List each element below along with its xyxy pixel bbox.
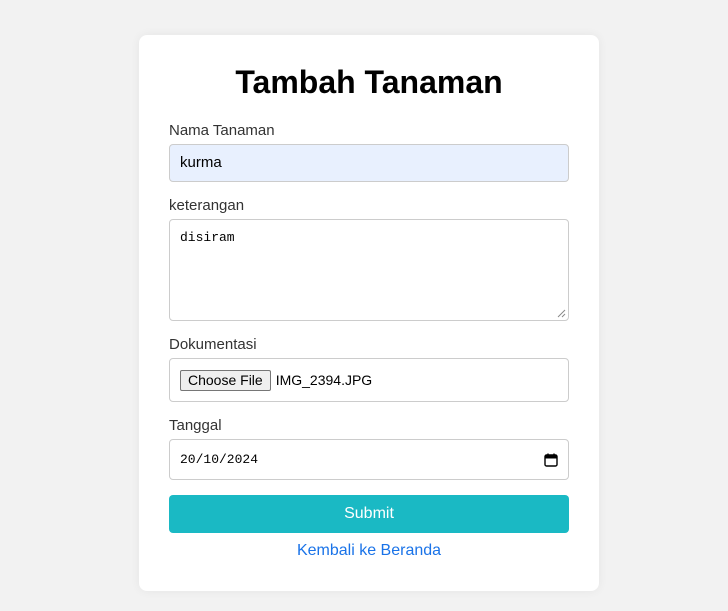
date-value: 20/10/2024 bbox=[180, 452, 259, 467]
file-name: IMG_2394.JPG bbox=[275, 372, 373, 388]
documentation-file-input: Choose File IMG_2394.JPG bbox=[169, 358, 569, 402]
name-label: Nama Tanaman bbox=[169, 122, 275, 139]
submit-button[interactable]: Submit bbox=[169, 495, 569, 533]
description-textarea[interactable]: disiram bbox=[169, 219, 569, 321]
plant-name-input[interactable]: kurma bbox=[169, 144, 569, 182]
resize-grip-icon[interactable] bbox=[557, 309, 566, 318]
description-label: keterangan bbox=[169, 197, 245, 214]
calendar-icon[interactable] bbox=[544, 453, 558, 467]
date-label: Tanggal bbox=[169, 417, 222, 434]
date-input[interactable]: 20/10/2024 bbox=[169, 439, 569, 480]
form-card: Tambah Tanaman Nama Tanaman kurma ketera… bbox=[139, 35, 599, 591]
documentation-label: Dokumentasi bbox=[169, 336, 257, 353]
back-to-home-link[interactable]: Kembali ke Beranda bbox=[139, 542, 599, 560]
page-title: Tambah Tanaman bbox=[235, 64, 503, 100]
description-text: disiram bbox=[180, 230, 235, 245]
choose-file-button[interactable]: Choose File bbox=[180, 369, 271, 391]
